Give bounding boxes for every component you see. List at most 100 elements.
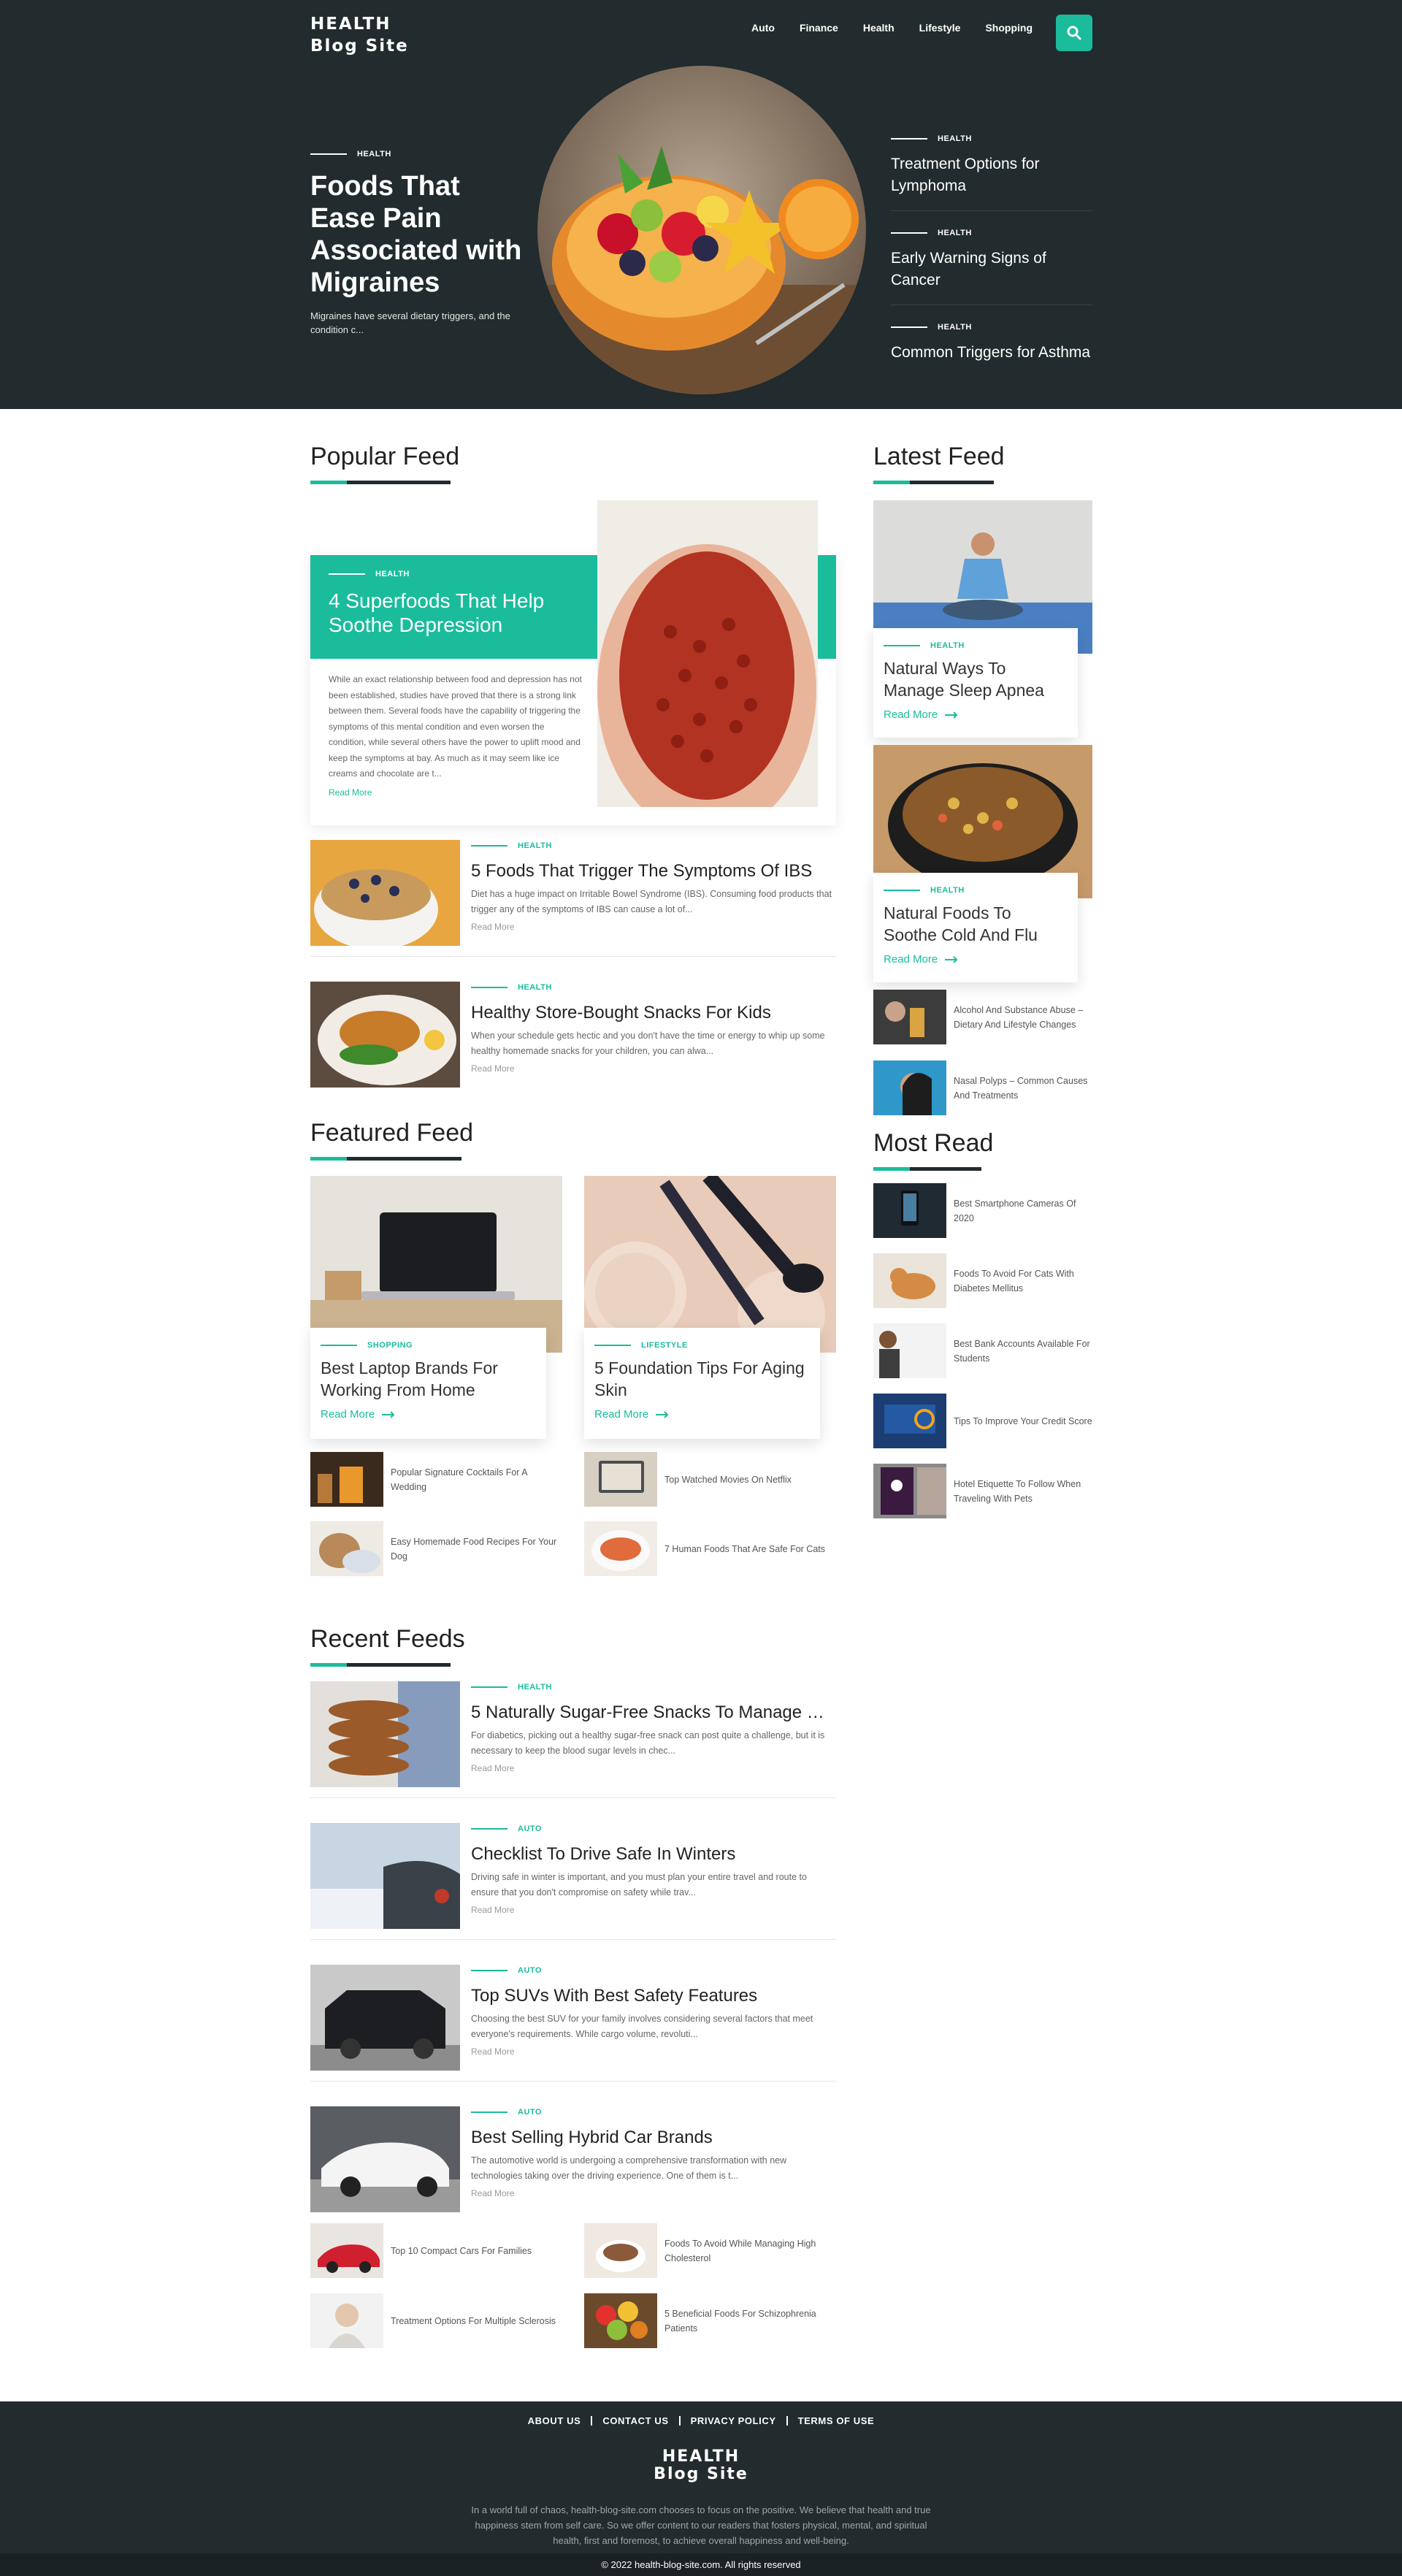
mini-article-title[interactable]: 5 Beneficial Foods For Schizophrenia Pat… xyxy=(664,2306,832,2336)
read-more-link[interactable]: Read More xyxy=(471,1063,836,1074)
nav-lifestyle[interactable]: Lifestyle xyxy=(919,22,961,34)
article-category: AUTO xyxy=(471,2108,836,2117)
card-title[interactable]: Natural Foods To Soothe Cold And Flu xyxy=(884,902,1068,946)
logo-line-1: HEALTH xyxy=(310,15,391,34)
mini-article[interactable]: Top Watched Movies On Netflix xyxy=(584,1452,832,1507)
mini-article[interactable]: Popular Signature Cocktails For A Weddin… xyxy=(310,1452,559,1507)
mini-article[interactable]: Foods To Avoid While Managing High Chole… xyxy=(584,2223,832,2278)
mini-article[interactable]: Alcohol And Substance Abuse – Dietary An… xyxy=(873,990,1092,1044)
article-thumbnail[interactable] xyxy=(310,1823,460,1929)
nav-health[interactable]: Health xyxy=(863,22,895,34)
read-more-link[interactable]: Read More xyxy=(884,708,1068,721)
read-more-link[interactable]: Read More xyxy=(594,1408,810,1421)
read-more-link[interactable]: Read More xyxy=(471,2188,836,2198)
search-button[interactable] xyxy=(1056,15,1092,51)
mini-article[interactable]: Nasal Polyps – Common Causes And Treatme… xyxy=(873,1060,1092,1115)
article-title[interactable]: 5 Foods That Trigger The Symptoms Of IBS xyxy=(471,860,836,882)
most-read-title[interactable]: Best Bank Accounts Available For Student… xyxy=(954,1337,1092,1366)
hero-side-title[interactable]: Treatment Options for Lymphoma xyxy=(891,153,1092,197)
site-logo[interactable]: HEALTH Blog Site xyxy=(310,13,409,57)
mini-article[interactable]: Treatment Options For Multiple Sclerosis xyxy=(310,2293,559,2348)
recent-row[interactable]: AUTO Checklist To Drive Safe In Winters … xyxy=(310,1823,836,1940)
recent-row[interactable]: AUTO Top SUVs With Best Safety Features … xyxy=(310,1965,836,2082)
laptop-image[interactable] xyxy=(310,1176,562,1353)
popular-row[interactable]: HEALTH Healthy Store-Bought Snacks For K… xyxy=(310,982,836,1098)
read-more-link[interactable]: Read More xyxy=(471,2046,836,2057)
site-footer: ABOUT US CONTACT US PRIVACY POLICY TERMS… xyxy=(0,2401,1402,2576)
recent-row[interactable]: AUTO Best Selling Hybrid Car Brands The … xyxy=(310,2106,836,2223)
footer-link-about[interactable]: ABOUT US xyxy=(518,2416,593,2426)
makeup-image[interactable] xyxy=(584,1176,836,1353)
article-thumbnail[interactable] xyxy=(310,840,460,946)
most-read-item[interactable]: Tips To Improve Your Credit Score xyxy=(873,1394,1092,1448)
read-more-link[interactable]: Read More xyxy=(471,1763,836,1773)
article-thumbnail[interactable] xyxy=(310,982,460,1088)
most-read-item[interactable]: Best Bank Accounts Available For Student… xyxy=(873,1323,1092,1378)
article-title[interactable]: Healthy Store-Bought Snacks For Kids xyxy=(471,1002,836,1024)
footer-link-privacy[interactable]: PRIVACY POLICY xyxy=(681,2416,788,2426)
mini-article[interactable]: 7 Human Foods That Are Safe For Cats xyxy=(584,1521,832,1576)
article-excerpt: The automotive world is undergoing a com… xyxy=(471,2155,787,2181)
article-thumbnail[interactable] xyxy=(310,1965,460,2071)
card-title[interactable]: Natural Ways To Manage Sleep Apnea xyxy=(884,657,1068,701)
hero-side-item[interactable]: HEALTH Early Warning Signs of Cancer xyxy=(891,229,1092,305)
article-title[interactable]: Checklist To Drive Safe In Winters xyxy=(471,1843,836,1865)
mini-article-title[interactable]: Popular Signature Cocktails For A Weddin… xyxy=(391,1465,559,1494)
goji-berries-image[interactable] xyxy=(597,500,818,807)
most-read-title[interactable]: Tips To Improve Your Credit Score xyxy=(954,1414,1092,1429)
most-read-heading: Most Read xyxy=(873,1129,994,1157)
card-title[interactable]: Best Laptop Brands For Working From Home xyxy=(321,1357,536,1401)
latest-card[interactable]: HEALTH Natural Ways To Manage Sleep Apne… xyxy=(873,628,1078,738)
popular-featured-title[interactable]: 4 Superfoods That Help Soothe Depression xyxy=(329,589,562,637)
hero-side-item[interactable]: HEALTH Treatment Options for Lymphoma xyxy=(891,134,1092,211)
hero-title[interactable]: Foods That Ease Pain Associated with Mig… xyxy=(310,170,529,299)
most-read-item[interactable]: Foods To Avoid For Cats With Diabetes Me… xyxy=(873,1253,1092,1308)
article-excerpt: Diet has a huge impact on Irritable Bowe… xyxy=(471,889,832,914)
mini-article-title[interactable]: 7 Human Foods That Are Safe For Cats xyxy=(664,1542,825,1556)
popular-row[interactable]: HEALTH 5 Foods That Trigger The Symptoms… xyxy=(310,840,836,957)
card-title[interactable]: 5 Foundation Tips For Aging Skin xyxy=(594,1357,810,1401)
most-read-title[interactable]: Hotel Etiquette To Follow When Traveling… xyxy=(954,1477,1092,1506)
hero-side-item[interactable]: HEALTH Common Triggers for Asthma xyxy=(891,323,1092,377)
latest-card[interactable]: HEALTH Natural Foods To Soothe Cold And … xyxy=(873,873,1078,982)
article-title[interactable]: Top SUVs With Best Safety Features xyxy=(471,1985,836,2007)
article-title[interactable]: Best Selling Hybrid Car Brands xyxy=(471,2127,836,2149)
read-more-link[interactable]: Read More xyxy=(471,922,836,932)
most-read-title[interactable]: Foods To Avoid For Cats With Diabetes Me… xyxy=(954,1266,1092,1296)
popular-featured-read-more[interactable]: Read More xyxy=(329,787,372,798)
hero-side-title[interactable]: Early Warning Signs of Cancer xyxy=(891,248,1092,291)
most-read-title[interactable]: Best Smartphone Cameras Of 2020 xyxy=(954,1196,1092,1226)
mini-article-title[interactable]: Foods To Avoid While Managing High Chole… xyxy=(664,2236,832,2266)
hero-image[interactable] xyxy=(537,66,866,394)
footer-logo[interactable]: HEALTH Blog Site xyxy=(0,2448,1402,2483)
mini-article-title[interactable]: Top Watched Movies On Netflix xyxy=(664,1472,792,1487)
nav-shopping[interactable]: Shopping xyxy=(985,22,1033,34)
most-read-item[interactable]: Best Smartphone Cameras Of 2020 xyxy=(873,1183,1092,1238)
section-underline xyxy=(873,1167,981,1171)
read-more-link[interactable]: Read More xyxy=(321,1408,536,1421)
nav-finance[interactable]: Finance xyxy=(800,22,838,34)
mini-article-title[interactable]: Alcohol And Substance Abuse – Dietary An… xyxy=(954,1003,1092,1032)
featured-card[interactable]: SHOPPING Best Laptop Brands For Working … xyxy=(310,1328,546,1439)
footer-link-terms[interactable]: TERMS OF USE xyxy=(788,2416,885,2426)
mini-article-title[interactable]: Easy Homemade Food Recipes For Your Dog xyxy=(391,1534,559,1564)
featured-card[interactable]: LIFESTYLE 5 Foundation Tips For Aging Sk… xyxy=(584,1328,820,1439)
footer-link-contact[interactable]: CONTACT US xyxy=(592,2416,681,2426)
read-more-link[interactable]: Read More xyxy=(884,953,1068,966)
hero-main-article[interactable]: HEALTH Foods That Ease Pain Associated w… xyxy=(310,150,529,337)
recent-row[interactable]: HEALTH 5 Naturally Sugar-Free Snacks To … xyxy=(310,1681,836,1798)
mini-article[interactable]: Top 10 Compact Cars For Families xyxy=(310,2223,559,2278)
article-category: HEALTH xyxy=(471,983,836,992)
article-title[interactable]: 5 Naturally Sugar-Free Snacks To Manage … xyxy=(471,1702,836,1724)
mini-article[interactable]: 5 Beneficial Foods For Schizophrenia Pat… xyxy=(584,2293,832,2348)
hero-side-title[interactable]: Common Triggers for Asthma xyxy=(891,342,1092,364)
mini-article-title[interactable]: Treatment Options For Multiple Sclerosis xyxy=(391,2314,556,2328)
mini-article-title[interactable]: Nasal Polyps – Common Causes And Treatme… xyxy=(954,1074,1092,1103)
read-more-link[interactable]: Read More xyxy=(471,1905,836,1915)
most-read-item[interactable]: Hotel Etiquette To Follow When Traveling… xyxy=(873,1464,1092,1518)
nav-auto[interactable]: Auto xyxy=(751,22,775,34)
mini-article-title[interactable]: Top 10 Compact Cars For Families xyxy=(391,2244,532,2258)
article-thumbnail[interactable] xyxy=(310,1681,460,1787)
mini-article[interactable]: Easy Homemade Food Recipes For Your Dog xyxy=(310,1521,559,1576)
article-thumbnail[interactable] xyxy=(310,2106,460,2212)
